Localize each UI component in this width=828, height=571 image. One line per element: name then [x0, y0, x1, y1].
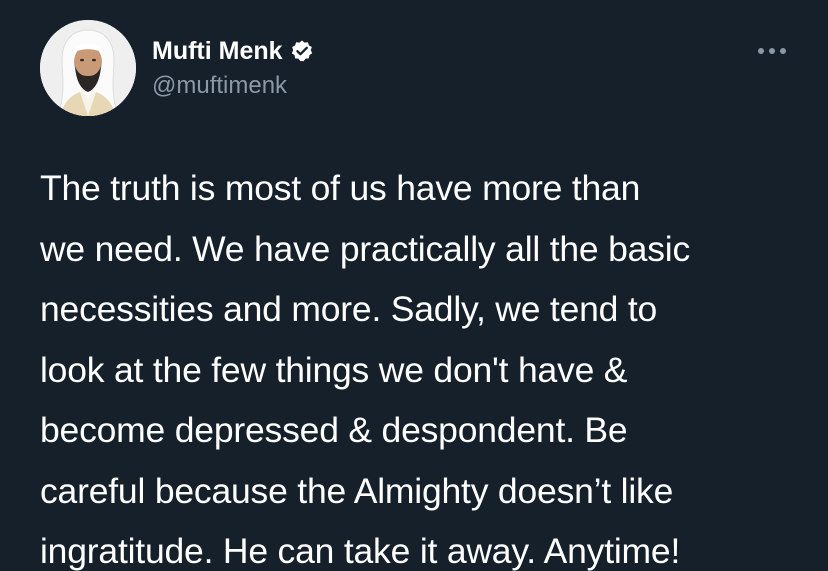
verified-badge-icon — [290, 39, 314, 63]
avatar[interactable] — [40, 20, 136, 116]
ellipsis-icon — [758, 48, 786, 54]
tweet-card: Mufti Menk @muftimenk The truth is most … — [0, 0, 828, 571]
author-display-name[interactable]: Mufti Menk — [152, 36, 283, 66]
author-handle[interactable]: @muftimenk — [152, 71, 287, 101]
author-name-row: Mufti Menk — [152, 36, 314, 66]
tweet-text-line: necessities and more. Sadly, we tend to — [40, 289, 658, 329]
tweet-text-line: look at the few things we don't have & — [40, 349, 628, 390]
tweet-text-line: ingratitude. He can take it away. Anytim… — [40, 531, 681, 571]
more-options-button[interactable] — [754, 40, 790, 62]
tweet-text-line: we need. We have practically all the bas… — [40, 228, 691, 269]
tweet-text-line: become depressed & despondent. Be — [40, 410, 628, 450]
tweet-text-line: The truth is most of us have more than — [40, 168, 641, 208]
tweet-text: The truth is most of us have more than w… — [40, 158, 810, 571]
tweet-text-line: careful because the Almighty doesn’t lik… — [40, 470, 674, 511]
profile-photo-icon — [40, 20, 136, 116]
